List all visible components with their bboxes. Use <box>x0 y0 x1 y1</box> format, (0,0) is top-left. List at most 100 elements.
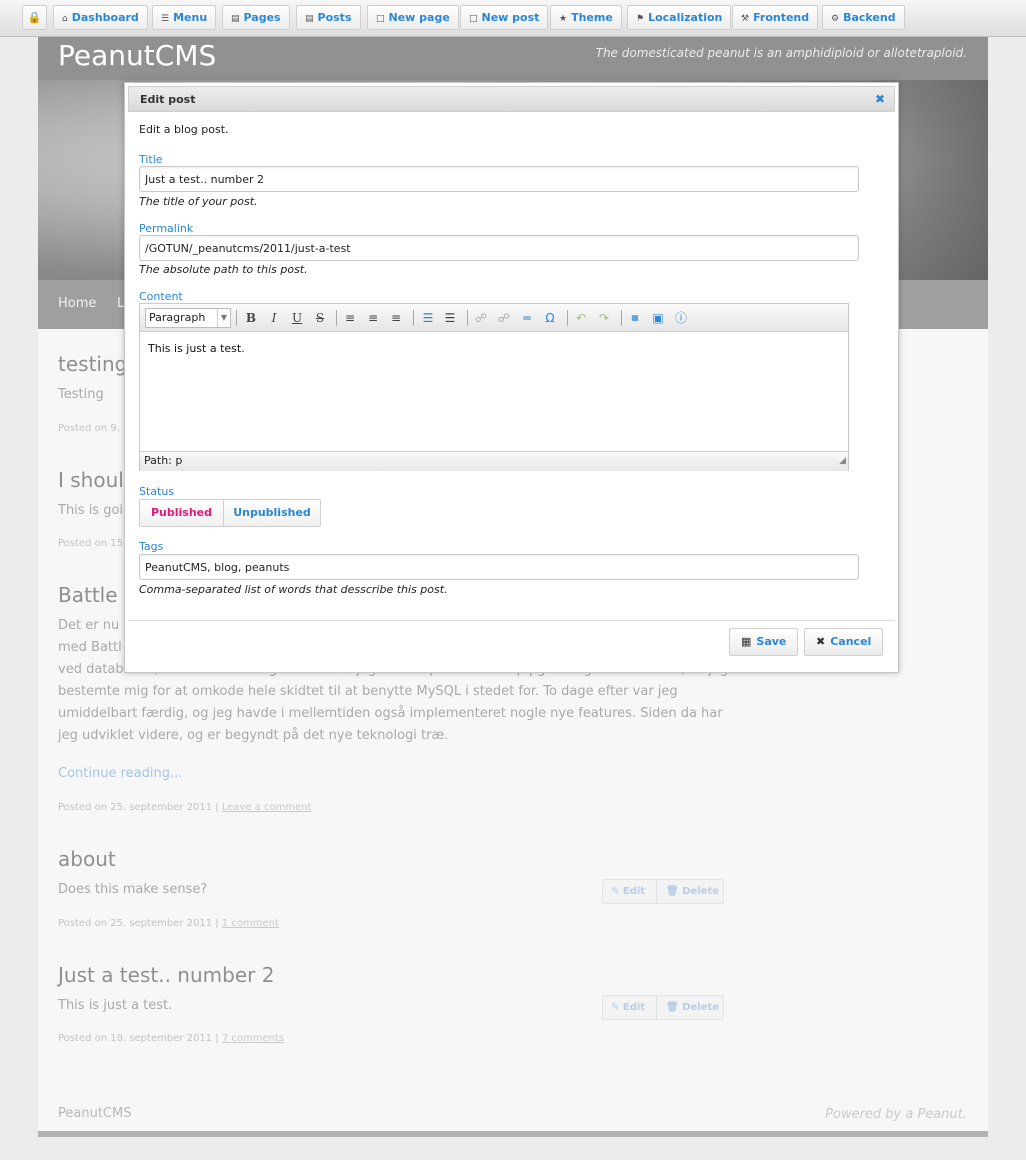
post-meta: Posted on 15 <box>58 538 123 549</box>
toolbar-localization-button[interactable]: ⚑ Localization <box>627 5 732 30</box>
status-published-button[interactable]: Published <box>140 500 223 526</box>
align-right-icon[interactable]: ≡ <box>388 310 404 326</box>
permalink-help: The absolute path to this post. <box>139 263 308 276</box>
comment-link[interactable]: 1 comment <box>222 918 279 929</box>
italic-icon[interactable]: I <box>266 310 282 326</box>
dialog-title: Edit post <box>140 93 196 106</box>
divider <box>567 310 568 326</box>
divider <box>467 310 468 326</box>
strikethrough-icon[interactable]: S <box>312 310 328 326</box>
dialog-description: Edit a blog post. <box>139 123 229 136</box>
toolbar-pages-button[interactable]: ▤ Pages <box>222 5 290 30</box>
bold-icon[interactable]: B <box>243 310 259 326</box>
site-slogan: The domesticated peanut is an amphidiplo… <box>595 46 967 60</box>
cancel-button[interactable]: ✖ Cancel <box>804 628 884 656</box>
close-icon[interactable]: ✖ <box>875 92 885 106</box>
horizontal-rule-icon[interactable]: ═ <box>519 310 535 326</box>
dialog-header: Edit post ✖ <box>128 86 895 112</box>
toolbar-dashboard-button[interactable]: ⌂ Dashboard <box>53 5 148 30</box>
status-toggle: Published Unpublished <box>139 499 321 527</box>
home-icon: ⌂ <box>62 14 68 24</box>
toolbar-menu-button[interactable]: ☰ Menu <box>152 5 217 30</box>
content-label: Content <box>139 290 183 303</box>
special-char-icon[interactable]: Ω <box>542 310 558 326</box>
undo-icon[interactable]: ↶ <box>573 310 589 326</box>
status-label: Status <box>139 485 175 498</box>
save-icon: ▦ <box>741 635 752 648</box>
trash-icon: 🗑 <box>666 886 679 897</box>
close-icon: ✖ <box>816 635 826 648</box>
lock-icon[interactable]: 🔒 <box>22 5 47 30</box>
trash-icon: 🗑 <box>666 1002 679 1013</box>
document-icon: □ <box>376 14 385 24</box>
rich-text-editor: Paragraph ▼ B I U S ≡ ≡ ≡ ☰ ☰ ☍ ☍ ═ Ω ↶ ↷… <box>139 303 849 471</box>
post-excerpt-line: umiddelbart færdig, og jeg havde i melle… <box>58 706 723 721</box>
save-button[interactable]: ▦ Save <box>729 628 799 656</box>
edit-post-button[interactable]: ✎ Edit <box>611 996 645 1019</box>
help-icon[interactable]: ⓘ <box>673 310 689 326</box>
resize-handle-icon[interactable]: ◢ <box>839 452 846 470</box>
editor-statusbar: Path: p ◢ <box>140 451 848 471</box>
divider <box>621 310 622 326</box>
toolbar-new-page-button[interactable]: □ New page <box>367 5 459 30</box>
editor-path: Path: p <box>144 454 183 467</box>
divider <box>236 310 237 326</box>
toolbar-theme-button[interactable]: ★ Theme <box>550 5 622 30</box>
post-title[interactable]: testing <box>58 352 127 376</box>
edit-post-button[interactable]: ✎ Edit <box>611 880 645 903</box>
folder-icon: ▤ <box>231 14 240 24</box>
post-title[interactable]: about <box>58 847 116 871</box>
nav-item-home[interactable]: Home <box>58 296 96 311</box>
footer-site-name: PeanutCMS <box>58 1106 132 1121</box>
footer-powered-by: Powered by a Peanut. <box>825 1107 967 1122</box>
comment-link[interactable]: Leave a comment <box>222 802 312 813</box>
align-left-icon[interactable]: ≡ <box>342 310 358 326</box>
title-help: The title of your post. <box>139 195 258 208</box>
post-meta: Posted on 18. september 2011 | 7 comment… <box>58 1033 285 1044</box>
comment-link[interactable]: 7 comments <box>222 1033 284 1044</box>
divider <box>128 620 895 621</box>
align-center-icon[interactable]: ≡ <box>365 310 381 326</box>
ordered-list-icon[interactable]: ☰ <box>420 310 436 326</box>
flag-icon: ⚑ <box>636 14 645 24</box>
redo-icon[interactable]: ↷ <box>596 310 612 326</box>
divider <box>336 310 337 326</box>
toolbar-posts-button[interactable]: ▤ Posts <box>296 5 361 30</box>
folder-icon: ▤ <box>305 14 314 24</box>
post-title[interactable]: I shoul <box>58 468 124 492</box>
permalink-input[interactable] <box>139 235 859 261</box>
title-input[interactable] <box>139 166 859 192</box>
footer-bar <box>38 1131 988 1137</box>
format-select[interactable]: Paragraph ▼ <box>145 308 231 328</box>
continue-reading-link[interactable]: Continue reading... <box>58 766 182 781</box>
unlink-icon[interactable]: ☍ <box>496 310 512 326</box>
post-actions: ✎ Edit 🗑 Delete <box>602 879 724 904</box>
delete-post-button[interactable]: 🗑 Delete <box>666 996 719 1019</box>
post-excerpt: This is just a test. <box>58 998 173 1013</box>
editor-content[interactable]: This is just a test. <box>148 342 245 355</box>
divider <box>656 880 657 903</box>
admin-toolbar: 🔒 ⌂ Dashboard ☰ Menu ▤ Pages ▤ Posts □ New pa… <box>0 0 1026 37</box>
status-unpublished-button[interactable]: Unpublished <box>224 500 320 526</box>
post-excerpt: Testing <box>58 387 104 402</box>
html-source-icon[interactable]: ▦ <box>627 310 643 326</box>
delete-post-button[interactable]: 🗑 Delete <box>666 880 719 903</box>
edit-post-dialog: Edit post ✖ Edit a blog post. Title The … <box>124 82 899 673</box>
chevron-down-icon: ▼ <box>217 309 230 327</box>
site-title[interactable]: PeanutCMS <box>58 39 216 72</box>
underline-icon[interactable]: U <box>289 310 305 326</box>
toolbar-new-post-button[interactable]: □ New post <box>460 5 549 30</box>
toolbar-backend-button[interactable]: ⚙ Backend <box>822 5 905 30</box>
star-icon: ★ <box>559 14 568 24</box>
link-icon[interactable]: ☍ <box>473 310 489 326</box>
post-title[interactable]: Just a test.. number 2 <box>58 963 274 987</box>
site-header: PeanutCMS The domesticated peanut is an … <box>38 37 988 80</box>
tags-help: Comma-separated list of words that dessc… <box>139 583 448 596</box>
visual-aid-icon[interactable]: ▣ <box>650 310 666 326</box>
toolbar-frontend-button[interactable]: ⚒ Frontend <box>732 5 819 30</box>
unordered-list-icon[interactable]: ☰ <box>442 310 458 326</box>
tags-input[interactable] <box>139 554 859 580</box>
post-meta: Posted on 25. september 2011 | Leave a c… <box>58 802 312 813</box>
tags-label: Tags <box>139 540 164 553</box>
document-icon: □ <box>469 14 478 24</box>
